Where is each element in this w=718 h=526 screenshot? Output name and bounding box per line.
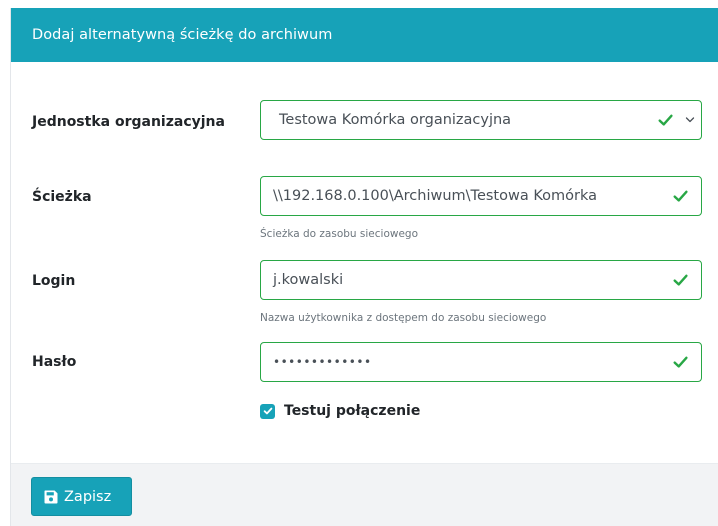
login-input[interactable]: j.kowalski xyxy=(260,260,702,300)
password-row: Hasło ••••••••••••• xyxy=(11,336,718,386)
login-label: Login xyxy=(32,273,76,289)
password-input-value: ••••••••••••• xyxy=(273,355,372,369)
floppy-disk-icon xyxy=(44,490,58,503)
path-label: Ścieżka xyxy=(32,189,92,205)
check-icon xyxy=(673,274,688,286)
login-input-value: j.kowalski xyxy=(273,272,344,288)
path-input[interactable]: \\192.168.0.100\Archiwum\Testowa Komórka xyxy=(260,176,702,216)
login-row: Login j.kowalski Nazwa użytkownika z dos… xyxy=(11,252,718,332)
path-row: Ścieżka \\192.168.0.100\Archiwum\Testowa… xyxy=(11,168,718,248)
login-help-text: Nazwa użytkownika z dostępem do zasobu s… xyxy=(260,312,547,324)
card-title: Dodaj alternatywną ścieżkę do archiwum xyxy=(32,27,333,43)
unit-select-value: Testowa Komórka organizacyjna xyxy=(279,112,512,128)
password-label: Hasło xyxy=(32,354,77,370)
card-header: Dodaj alternatywną ścieżkę do archiwum xyxy=(11,8,718,62)
password-input[interactable]: ••••••••••••• xyxy=(260,342,702,382)
unit-row: Jednostka organizacyjna Testowa Komórka … xyxy=(11,93,718,143)
checkbox-checked-icon[interactable] xyxy=(260,403,275,419)
check-mark-icon xyxy=(263,407,272,415)
path-input-value: \\192.168.0.100\Archiwum\Testowa Komórka xyxy=(273,188,597,204)
save-button-label: Zapisz xyxy=(64,488,112,505)
test-connection-label: Testuj połączenie xyxy=(284,403,421,419)
unit-label: Jednostka organizacyjna xyxy=(32,114,225,130)
chevron-down-icon xyxy=(685,117,695,123)
unit-select[interactable]: Testowa Komórka organizacyjna xyxy=(260,100,702,140)
path-help-text: Ścieżka do zasobu sieciowego xyxy=(260,228,419,240)
save-button[interactable]: Zapisz xyxy=(31,477,132,516)
check-icon xyxy=(673,190,688,202)
archive-path-card: Dodaj alternatywną ścieżkę do archiwum J… xyxy=(10,8,718,526)
check-icon xyxy=(658,114,673,126)
test-connection-checkbox[interactable]: Testuj połączenie xyxy=(260,401,420,421)
card-footer: Zapisz xyxy=(11,463,718,526)
check-icon xyxy=(673,356,688,368)
